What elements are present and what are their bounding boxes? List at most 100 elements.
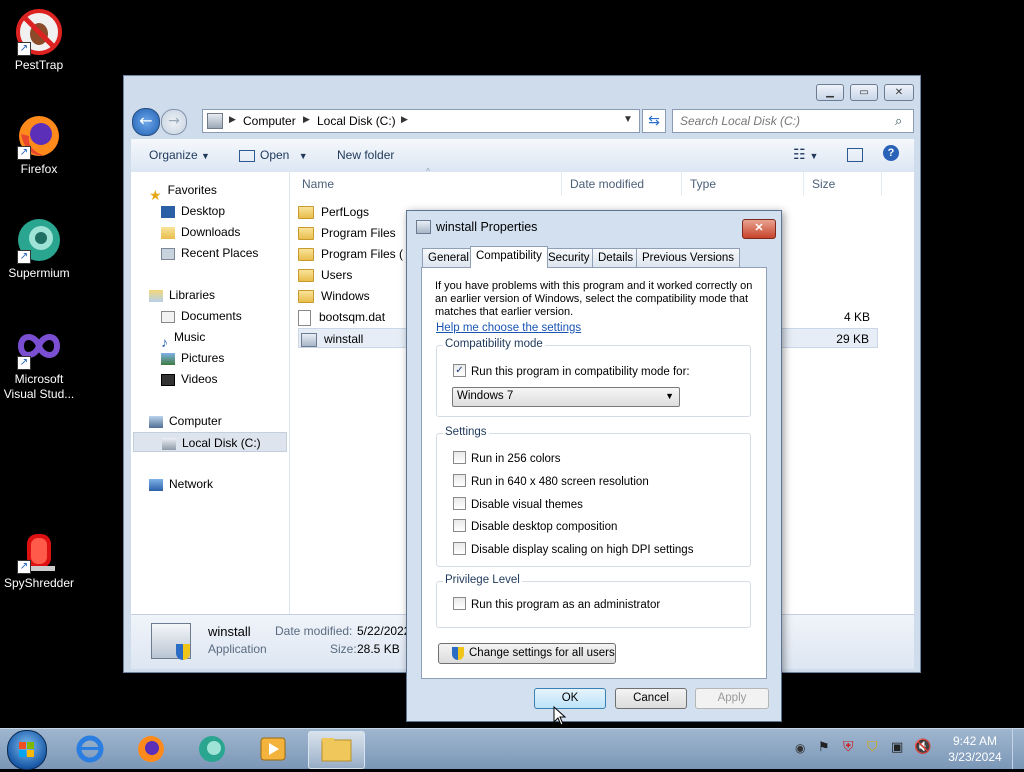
nav-favorites[interactable]: ★ Favorites: [149, 180, 217, 203]
taskbar-internet-explorer[interactable]: [64, 733, 116, 765]
nav-pictures[interactable]: Pictures: [161, 348, 224, 368]
column-date-modified[interactable]: Date modified: [562, 172, 682, 196]
sort-ascending-icon: ^: [426, 167, 430, 176]
organize-button[interactable]: Organize ▼: [149, 148, 210, 162]
tray-action-center-icon[interactable]: ⚑: [818, 740, 830, 755]
desktop-icon: [161, 205, 175, 218]
change-settings-all-users-button[interactable]: Change settings for all users: [438, 643, 616, 664]
settings-title: Settings: [443, 426, 489, 438]
shortcut-arrow-icon: ↗: [17, 356, 31, 370]
open-button[interactable]: Open ▼: [239, 148, 308, 162]
apply-button[interactable]: Apply: [695, 688, 769, 709]
properties-dialog: winstall Properties ✕ General Compatibil…: [406, 210, 782, 722]
dialog-title: winstall Properties: [436, 220, 538, 234]
address-dropdown-icon[interactable]: ▼: [623, 114, 633, 125]
view-options-icon[interactable]: ☷ ▼: [793, 146, 818, 163]
compatibility-os-select[interactable]: Windows 7 ▼: [452, 387, 680, 407]
network-icon: [149, 478, 163, 491]
tab-security[interactable]: Security: [542, 248, 596, 267]
downloads-icon: [161, 226, 175, 239]
nav-local-disk[interactable]: Local Disk (C:): [133, 432, 287, 452]
nav-network[interactable]: Network: [149, 474, 213, 494]
details-size-value: 28.5 KB: [357, 642, 400, 656]
run-256-colors-checkbox[interactable]: Run in 256 colors: [453, 451, 561, 467]
desktop-icon-spyshredder[interactable]: ↗ SpyShredder: [1, 526, 77, 591]
nav-recent-places[interactable]: Recent Places: [161, 243, 258, 263]
tab-general[interactable]: General: [422, 248, 475, 267]
address-bar[interactable]: ▶ Computer ▶ Local Disk (C:) ▶ ▼: [202, 109, 640, 133]
tab-previous-versions[interactable]: Previous Versions: [636, 248, 741, 267]
column-size[interactable]: Size: [804, 172, 882, 196]
details-file-name: winstall: [208, 624, 251, 639]
disable-dpi-scaling-checkbox[interactable]: Disable display scaling on high DPI sett…: [453, 542, 693, 558]
nav-music[interactable]: ♪ Music: [161, 327, 205, 350]
nav-computer[interactable]: Computer: [149, 411, 222, 431]
desktop-icon-firefox[interactable]: ↗ Firefox: [1, 112, 77, 177]
nav-documents[interactable]: Documents: [161, 306, 242, 326]
desktop-icon-label: PestTrap: [14, 58, 64, 72]
chevron-down-icon: ▼: [665, 391, 674, 401]
run-640x480-checkbox[interactable]: Run in 640 x 480 screen resolution: [453, 474, 649, 490]
shortcut-arrow-icon: ↗: [17, 250, 31, 264]
ok-button[interactable]: OK: [534, 688, 606, 709]
tab-details[interactable]: Details: [592, 248, 640, 267]
new-folder-button[interactable]: New folder: [337, 148, 394, 162]
back-button[interactable]: ←: [132, 108, 160, 136]
tray-network-icon[interactable]: ◉: [795, 741, 805, 755]
close-button[interactable]: ✕: [884, 84, 914, 101]
show-desktop-button[interactable]: [1012, 729, 1024, 769]
uac-shield-icon: [176, 644, 190, 660]
cancel-button[interactable]: Cancel: [615, 688, 687, 709]
taskbar-media-player[interactable]: [247, 733, 299, 765]
breadcrumb-local-disk[interactable]: Local Disk (C:): [317, 114, 396, 128]
tray-display-icon[interactable]: ▣: [891, 740, 903, 755]
column-type[interactable]: Type: [682, 172, 804, 196]
tab-compatibility[interactable]: Compatibility: [470, 246, 548, 268]
tray-volume-muted-icon[interactable]: 🔇: [914, 739, 931, 755]
nav-desktop[interactable]: Desktop: [161, 201, 225, 221]
windows-logo-icon: [19, 742, 34, 757]
desktop-icon-pesttrap[interactable]: ↗ PestTrap: [1, 8, 77, 73]
compatibility-tab-panel: If you have problems with this program a…: [421, 267, 767, 679]
file-size: 4 KB: [843, 310, 870, 324]
maximize-button[interactable]: ▭: [850, 84, 878, 101]
media-player-icon: [260, 737, 286, 761]
desktop-icon-label: SpyShredder: [3, 576, 75, 590]
tray-security-shield-icon[interactable]: ⛨: [843, 739, 854, 755]
dialog-close-button[interactable]: ✕: [742, 219, 776, 239]
star-icon: ★: [149, 186, 162, 203]
tray-clock[interactable]: 9:42 AM 3/23/2024: [940, 733, 1010, 765]
disable-visual-themes-checkbox[interactable]: Disable visual themes: [453, 497, 583, 513]
nav-videos[interactable]: Videos: [161, 369, 217, 389]
nav-downloads[interactable]: Downloads: [161, 222, 240, 242]
checkmark-icon: ✓: [453, 364, 466, 378]
forward-button[interactable]: →: [161, 109, 187, 135]
folder-icon: [298, 269, 314, 283]
tray-shield-icon[interactable]: ⛉: [867, 739, 878, 755]
start-button[interactable]: [7, 730, 47, 770]
breadcrumb-computer[interactable]: Computer: [243, 114, 296, 128]
help-choose-settings-link[interactable]: Help me choose the settings: [436, 322, 581, 334]
nav-libraries[interactable]: Libraries: [149, 285, 215, 305]
compatibility-mode-checkbox[interactable]: ✓ Run this program in compatibility mode …: [453, 364, 690, 380]
breadcrumb-separator-icon: ▶: [303, 114, 310, 124]
desktop-icon-label: Firefox: [20, 162, 58, 176]
disable-desktop-composition-checkbox[interactable]: Disable desktop composition: [453, 519, 617, 535]
desktop-icon-label-line2: Visual Stud...: [3, 387, 75, 401]
libraries-icon: [149, 289, 163, 302]
run-as-administrator-checkbox[interactable]: Run this program as an administrator: [453, 597, 660, 613]
taskbar-explorer-active[interactable]: [308, 731, 365, 769]
minimize-button[interactable]: ▁: [816, 84, 844, 101]
desktop-icon-visual-studio[interactable]: ↗ Microsoft Visual Stud...: [1, 322, 77, 402]
drive-icon: [162, 437, 176, 450]
taskbar: ◉ ⚑ ⛨ ⛉ ▣ 🔇 9:42 AM 3/23/2024: [0, 728, 1024, 770]
chevron-down-icon: ▼: [201, 151, 210, 161]
desktop-icon-supermium[interactable]: ↗ Supermium: [1, 216, 77, 281]
taskbar-supermium[interactable]: [186, 733, 238, 765]
taskbar-firefox[interactable]: [125, 733, 177, 765]
help-icon[interactable]: ?: [883, 145, 899, 161]
refresh-button[interactable]: ⇆: [642, 109, 666, 133]
search-input[interactable]: Search Local Disk (C:) ⌕: [672, 109, 914, 133]
back-arrow-icon: ←: [139, 111, 153, 130]
preview-pane-icon[interactable]: [847, 148, 863, 162]
